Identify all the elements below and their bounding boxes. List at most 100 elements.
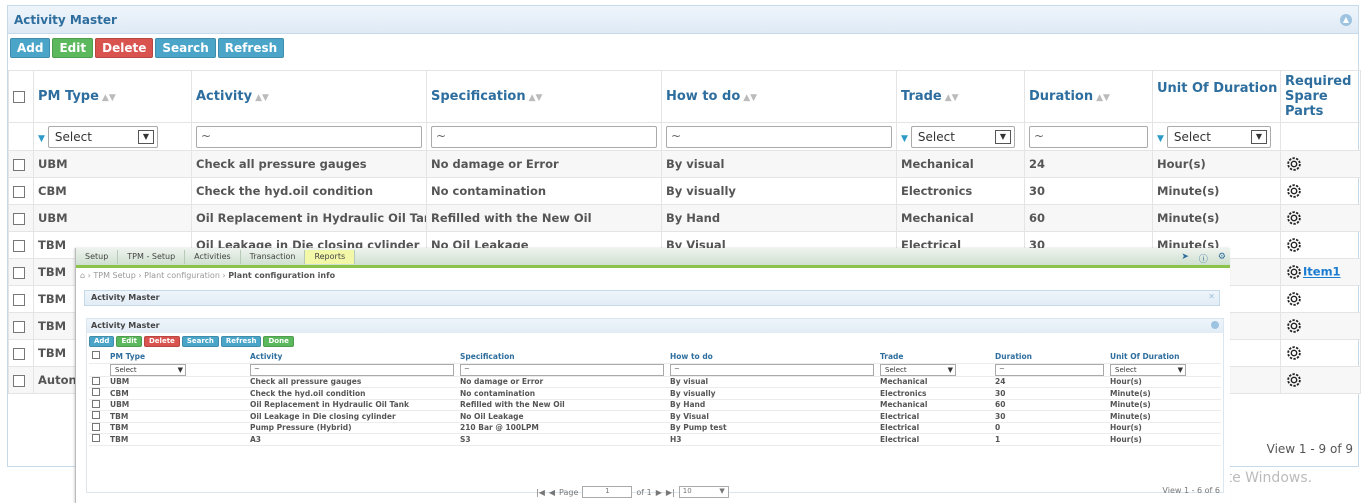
col-header-unit-of-duration[interactable]: Unit Of Duration▲▼ [1152,70,1281,123]
filter-icon[interactable]: ▼ [38,134,45,144]
edit-button[interactable]: Edit [52,38,94,58]
done-button[interactable]: Done [263,336,294,347]
col-label: PM Type [38,89,99,104]
collapse-icon[interactable]: ▲ [1340,13,1352,26]
col-header[interactable]: How to do [667,350,877,364]
nav-item-transaction[interactable]: Transaction [241,249,306,264]
filter-icon[interactable]: ▼ [901,134,908,144]
overlay-toolbar: Add Edit Delete Search Refresh Done [87,333,1223,350]
nav-item-tpm-setup[interactable]: TPM - Setup [118,249,186,264]
row-checkbox[interactable] [13,320,25,333]
settings-gear-icon[interactable] [1285,344,1303,362]
page-size-select[interactable]: 10 ▼ [678,486,729,498]
row-checkbox[interactable] [92,388,100,397]
row-checkbox[interactable] [92,434,100,443]
activity-filter-input[interactable]: ~ [250,363,454,375]
table-row[interactable]: TBM A3 S3 H3 Electrical 1 Hour(s) [89,433,1221,446]
pin-icon[interactable]: ➤ [1181,252,1189,265]
col-header-pm-type[interactable]: PM Type ▲▼ [33,70,192,123]
spare-part-link[interactable]: Item1 [1303,265,1341,279]
search-button[interactable]: Search [155,38,216,58]
col-header-specification[interactable]: Specification ▲▼ [426,70,662,123]
table-row[interactable]: UBM Oil Replacement in Hydraulic Oil Tank… [89,399,1221,411]
unit-filter-select[interactable]: Select ▼ [1110,363,1186,375]
table-row[interactable]: TBM Pump Pressure (Hybrid) 210 Bar @ 100LP… [89,422,1221,434]
prev-page-icon[interactable]: ◀ [549,488,555,497]
settings-gear-icon[interactable] [1285,209,1303,227]
pm-type-filter-select[interactable]: Select ▼ [47,125,158,148]
duration-filter-input[interactable]: ~ [995,363,1104,375]
first-page-icon[interactable]: |◀ [536,488,545,497]
row-checkbox[interactable] [13,293,25,306]
row-checkbox[interactable] [13,347,25,360]
unit-filter-select[interactable]: Select ▼ [1166,125,1271,148]
next-page-icon[interactable]: ▶ [656,488,662,497]
settings-gear-icon[interactable] [1285,290,1303,308]
how-to-do-filter-input[interactable]: ~ [670,363,874,375]
add-button[interactable]: Add [89,336,115,347]
row-checkbox[interactable] [13,239,25,252]
duration-filter-input[interactable]: ~ [1029,125,1148,148]
refresh-button[interactable]: Refresh [217,38,285,58]
collapse-icon[interactable] [1211,321,1219,329]
settings-gear-icon[interactable] [1285,371,1303,389]
home-icon[interactable]: ⌂ [80,271,85,280]
table-row[interactable]: UBM Oil Replacement in Hydraulic Oil Tank… [8,204,1361,232]
col-header[interactable]: Activity [247,350,457,364]
add-button[interactable]: Add [10,38,51,58]
row-checkbox[interactable] [13,212,25,225]
how-to-do-filter-input[interactable]: ~ [666,125,892,148]
select-all-checkbox[interactable] [13,90,25,103]
col-header-activity[interactable]: Activity ▲▼ [191,70,427,123]
row-checkbox[interactable] [92,376,100,385]
settings-gear-icon[interactable] [1285,182,1303,200]
col-header-duration[interactable]: Duration ▲▼ [1024,70,1153,123]
breadcrumb-item[interactable]: Plant configuration [144,271,220,280]
breadcrumb-item[interactable]: TPM Setup [93,271,135,280]
settings-gear-icon[interactable] [1285,236,1303,254]
table-row[interactable]: TBM Oil Leakage in Die closing cylinder No… [89,410,1221,423]
pm-type-filter-select[interactable]: Select ▼ [110,363,186,375]
filter-icon[interactable]: ▼ [1157,134,1164,144]
row-checkbox[interactable] [13,374,25,387]
table-row[interactable]: UBM Check all pressure gauges No damage or… [8,150,1361,178]
row-checkbox[interactable] [92,399,100,408]
nav-item-setup[interactable]: Setup [76,249,119,264]
settings-gear-icon[interactable] [1285,155,1303,173]
col-header[interactable]: Unit Of Duration [1107,350,1221,364]
info-icon[interactable]: ⓘ [1199,252,1208,265]
row-checkbox[interactable] [92,422,100,431]
refresh-button[interactable]: Refresh [220,336,262,347]
delete-button[interactable]: Delete [144,336,180,347]
search-button[interactable]: Search [181,336,219,347]
edit-button[interactable]: Edit [116,336,142,347]
trade-filter-select[interactable]: Select ▼ [880,363,956,375]
settings-icon[interactable]: ⚙ [1218,252,1226,265]
table-row[interactable]: UBM Check all pressure gauges No damage or… [89,376,1221,388]
settings-gear-icon[interactable] [1285,317,1303,335]
specification-filter-input[interactable]: ~ [460,363,664,375]
settings-gear-icon[interactable] [1285,263,1303,281]
nav-item-activities[interactable]: Activities [185,249,241,264]
close-icon[interactable]: ✕ [1208,292,1215,301]
last-page-icon[interactable]: ▶| [666,488,675,497]
row-checkbox[interactable] [13,158,25,171]
col-header[interactable]: Duration [992,350,1107,364]
delete-button[interactable]: Delete [95,38,154,58]
col-header[interactable]: Specification [457,350,667,364]
row-checkbox[interactable] [13,185,25,198]
trade-filter-select[interactable]: Select ▼ [910,125,1015,148]
table-row[interactable]: CBM Check the hyd.oil condition No contami… [8,177,1361,205]
nav-item-reports[interactable]: Reports [305,249,356,264]
col-header[interactable]: PM Type [107,350,247,364]
select-all-checkbox[interactable] [92,351,100,360]
row-checkbox[interactable] [13,266,25,279]
page-input[interactable]: 1 [582,486,633,498]
col-header[interactable]: Trade [877,350,992,364]
col-header-trade[interactable]: Trade ▲▼ [896,70,1025,123]
table-row[interactable]: CBM Check the hyd.oil condition No contami… [89,387,1221,400]
specification-filter-input[interactable]: ~ [431,125,657,148]
activity-filter-input[interactable]: ~ [196,125,422,148]
col-header-how-to-do[interactable]: How to do ▲▼ [661,70,897,123]
row-checkbox[interactable] [92,411,100,420]
